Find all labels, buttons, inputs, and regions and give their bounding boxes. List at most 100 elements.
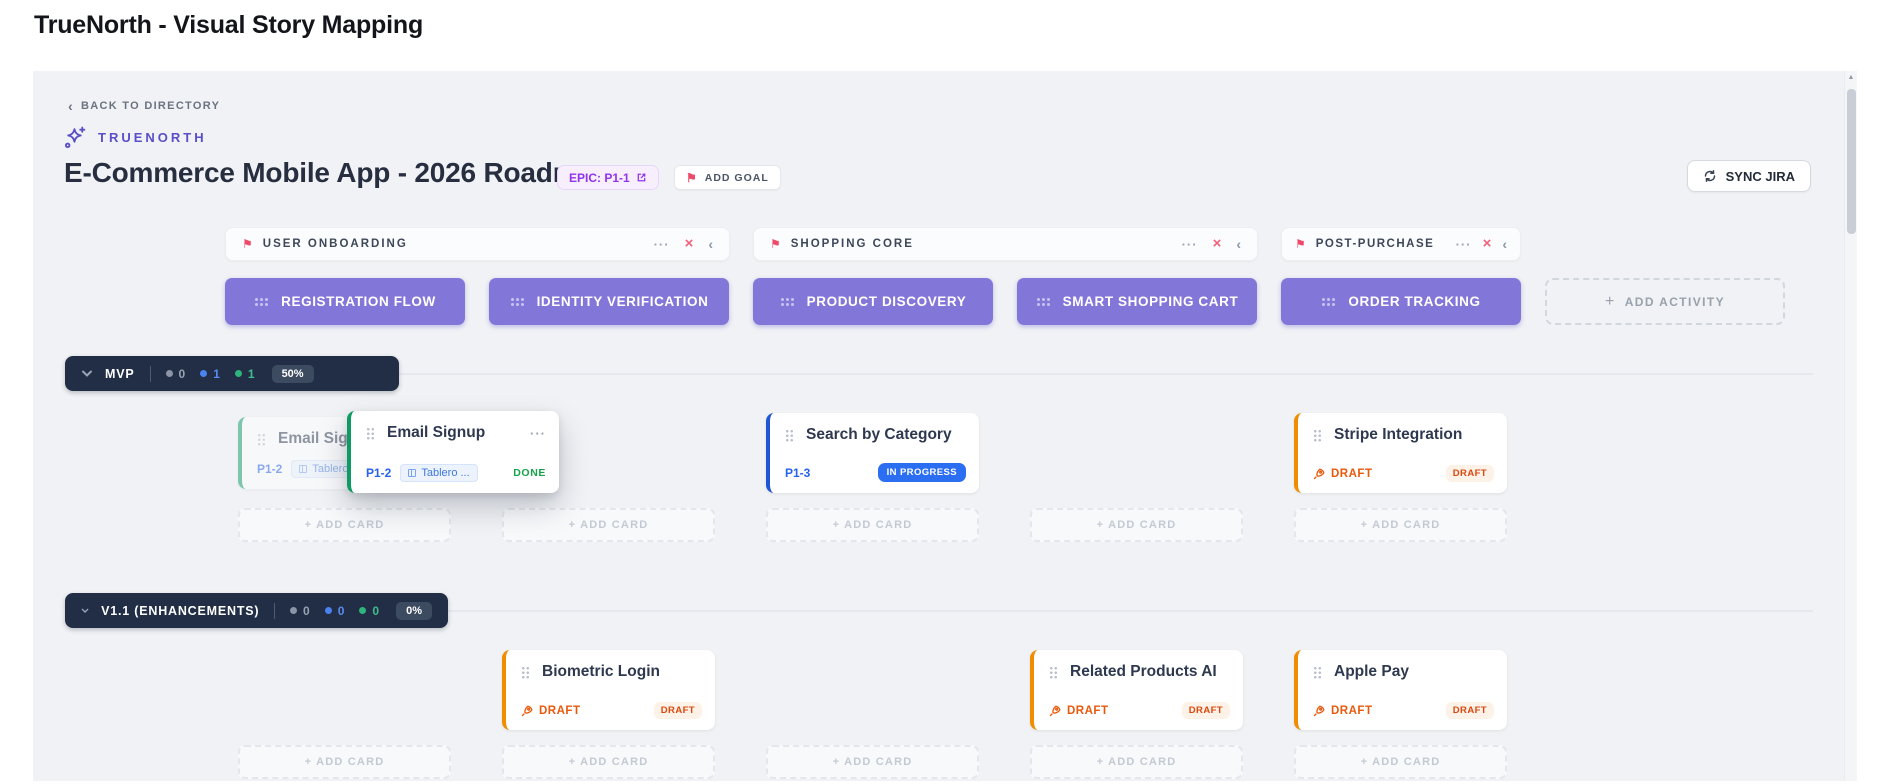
story-card-related-products-ai[interactable]: Related Products AI DRAFT DRAFT xyxy=(1030,650,1243,730)
back-label: BACK TO DIRECTORY xyxy=(81,100,220,112)
scrollbar-thumb[interactable] xyxy=(1847,89,1856,234)
activity-card-order-tracking[interactable]: ORDER TRACKING xyxy=(1281,278,1521,325)
goal-header-user-onboarding: ⚑ USER ONBOARDING ··· × ‹ xyxy=(225,227,730,261)
flag-icon: ⚑ xyxy=(770,238,781,250)
story-card-stripe-integration[interactable]: Stripe Integration DRAFT DRAFT xyxy=(1294,413,1507,493)
plus-icon: + xyxy=(1605,293,1616,311)
scroll-up-arrow-icon[interactable]: ▲ xyxy=(1845,74,1857,81)
goal-menu-button[interactable]: ··· xyxy=(1182,237,1198,252)
count-blue: 0 xyxy=(325,604,345,618)
rocket-icon xyxy=(1313,468,1325,480)
drag-handle-icon[interactable] xyxy=(510,297,524,306)
flag-icon: ⚑ xyxy=(1295,238,1306,250)
count-gray: 0 xyxy=(290,604,310,618)
drag-handle-icon[interactable] xyxy=(254,297,268,306)
activity-card-registration-flow[interactable]: REGISTRATION FLOW xyxy=(225,278,465,325)
release-bar-mvp[interactable]: MVP 0 1 1 50% xyxy=(65,356,399,391)
chevron-down-icon[interactable] xyxy=(81,607,89,615)
activity-label: ORDER TRACKING xyxy=(1348,294,1480,309)
release-bar-v1-1[interactable]: V1.1 (ENHANCEMENTS) 0 0 0 0% xyxy=(65,593,448,628)
epic-badge[interactable]: EPIC: P1-1 xyxy=(557,165,659,190)
status-badge: DRAFT xyxy=(1446,702,1494,719)
gray-dot-icon xyxy=(166,370,173,377)
add-activity-button[interactable]: + ADD ACTIVITY xyxy=(1545,278,1785,325)
vertical-scrollbar[interactable]: ▲ xyxy=(1844,71,1857,781)
rocket-icon xyxy=(521,705,533,717)
drag-handle-icon[interactable] xyxy=(1036,297,1050,306)
card-id: P1-2 xyxy=(366,466,391,480)
goal-delete-button[interactable]: × xyxy=(1213,237,1222,251)
card-title: Biometric Login xyxy=(542,663,660,681)
drag-handle-icon[interactable] xyxy=(1313,666,1322,679)
goal-delete-button[interactable]: × xyxy=(1483,237,1492,251)
drag-handle-icon[interactable] xyxy=(1313,429,1322,442)
blue-dot-icon xyxy=(200,370,207,377)
card-title: Email Signup xyxy=(387,424,485,442)
count-blue: 1 xyxy=(200,367,220,381)
status-label: DONE xyxy=(513,467,546,479)
add-card-button[interactable]: + ADD CARD xyxy=(766,745,979,779)
drag-handle-icon[interactable] xyxy=(521,666,530,679)
page-title: TrueNorth - Visual Story Mapping xyxy=(34,11,423,40)
green-dot-icon xyxy=(359,607,366,614)
add-card-button[interactable]: + ADD CARD xyxy=(502,508,715,542)
brand: TRUENORTH xyxy=(63,125,207,150)
progress-badge: 0% xyxy=(396,602,432,620)
draft-stage: DRAFT xyxy=(521,705,580,717)
card-title: Apple Pay xyxy=(1334,663,1409,681)
drag-handle-icon[interactable] xyxy=(1049,666,1058,679)
board-title: E-Commerce Mobile App - 2026 Roadmap xyxy=(64,157,610,189)
flag-icon: ⚑ xyxy=(686,172,698,184)
green-dot-icon xyxy=(235,370,242,377)
board-icon xyxy=(299,465,307,473)
release-name: V1.1 (ENHANCEMENTS) xyxy=(101,604,259,618)
activity-label: IDENTITY VERIFICATION xyxy=(537,294,709,309)
drag-handle-icon[interactable] xyxy=(366,427,375,440)
sync-jira-button[interactable]: SYNC JIRA xyxy=(1687,160,1811,192)
brand-name: TRUENORTH xyxy=(98,130,207,145)
blue-dot-icon xyxy=(325,607,332,614)
story-card-biometric-login[interactable]: Biometric Login DRAFT DRAFT xyxy=(502,650,715,730)
goal-menu-button[interactable]: ··· xyxy=(654,237,670,252)
goal-delete-button[interactable]: × xyxy=(685,237,694,251)
card-title: Related Products AI xyxy=(1070,663,1217,681)
activity-label: REGISTRATION FLOW xyxy=(281,294,436,309)
jira-link-badge[interactable]: Tablero ... xyxy=(400,464,477,482)
draft-stage: DRAFT xyxy=(1313,468,1372,480)
goal-header-post-purchase: ⚑ POST-PURCHASE ··· × ‹ xyxy=(1281,227,1521,261)
goal-menu-button[interactable]: ··· xyxy=(1456,237,1472,252)
add-card-button[interactable]: + ADD CARD xyxy=(766,508,979,542)
add-goal-button[interactable]: ⚑ ADD GOAL xyxy=(674,165,781,190)
chevron-down-icon[interactable] xyxy=(81,370,93,378)
activity-card-product-discovery[interactable]: PRODUCT DISCOVERY xyxy=(753,278,993,325)
add-card-button[interactable]: + ADD CARD xyxy=(1294,745,1507,779)
back-to-directory-link[interactable]: ‹ BACK TO DIRECTORY xyxy=(68,100,220,112)
goal-label: POST-PURCHASE xyxy=(1316,238,1435,250)
add-card-button[interactable]: + ADD CARD xyxy=(1030,745,1243,779)
add-card-button[interactable]: + ADD CARD xyxy=(1294,508,1507,542)
story-card-search-by-category[interactable]: Search by Category P1-3 IN PROGRESS xyxy=(766,413,979,493)
story-card-email-signup-dragging[interactable]: Email Signup ··· P1-2 Tablero ... DONE xyxy=(347,411,559,493)
add-card-button[interactable]: + ADD CARD xyxy=(238,745,451,779)
status-badge: DRAFT xyxy=(1446,465,1494,482)
drag-handle-icon[interactable] xyxy=(785,429,794,442)
goal-collapse-button[interactable]: ‹ xyxy=(708,237,713,251)
rocket-icon xyxy=(1313,705,1325,717)
activity-card-identity-verification[interactable]: IDENTITY VERIFICATION xyxy=(489,278,729,325)
drag-handle-icon[interactable] xyxy=(1321,297,1335,306)
card-menu-button[interactable]: ··· xyxy=(530,426,546,441)
count-gray: 0 xyxy=(166,367,186,381)
activity-card-smart-shopping-cart[interactable]: SMART SHOPPING CART xyxy=(1017,278,1257,325)
card-title: Search by Category xyxy=(806,426,952,444)
draft-stage: DRAFT xyxy=(1049,705,1108,717)
add-card-button[interactable]: + ADD CARD xyxy=(1030,508,1243,542)
goal-collapse-button[interactable]: ‹ xyxy=(1502,237,1507,251)
add-card-button[interactable]: + ADD CARD xyxy=(238,508,451,542)
add-card-button[interactable]: + ADD CARD xyxy=(502,745,715,779)
story-card-apple-pay[interactable]: Apple Pay DRAFT DRAFT xyxy=(1294,650,1507,730)
goal-collapse-button[interactable]: ‹ xyxy=(1236,237,1241,251)
drag-handle-icon[interactable] xyxy=(780,297,794,306)
status-badge: DRAFT xyxy=(654,702,702,719)
divider xyxy=(150,366,151,382)
drag-handle-icon xyxy=(257,433,266,446)
